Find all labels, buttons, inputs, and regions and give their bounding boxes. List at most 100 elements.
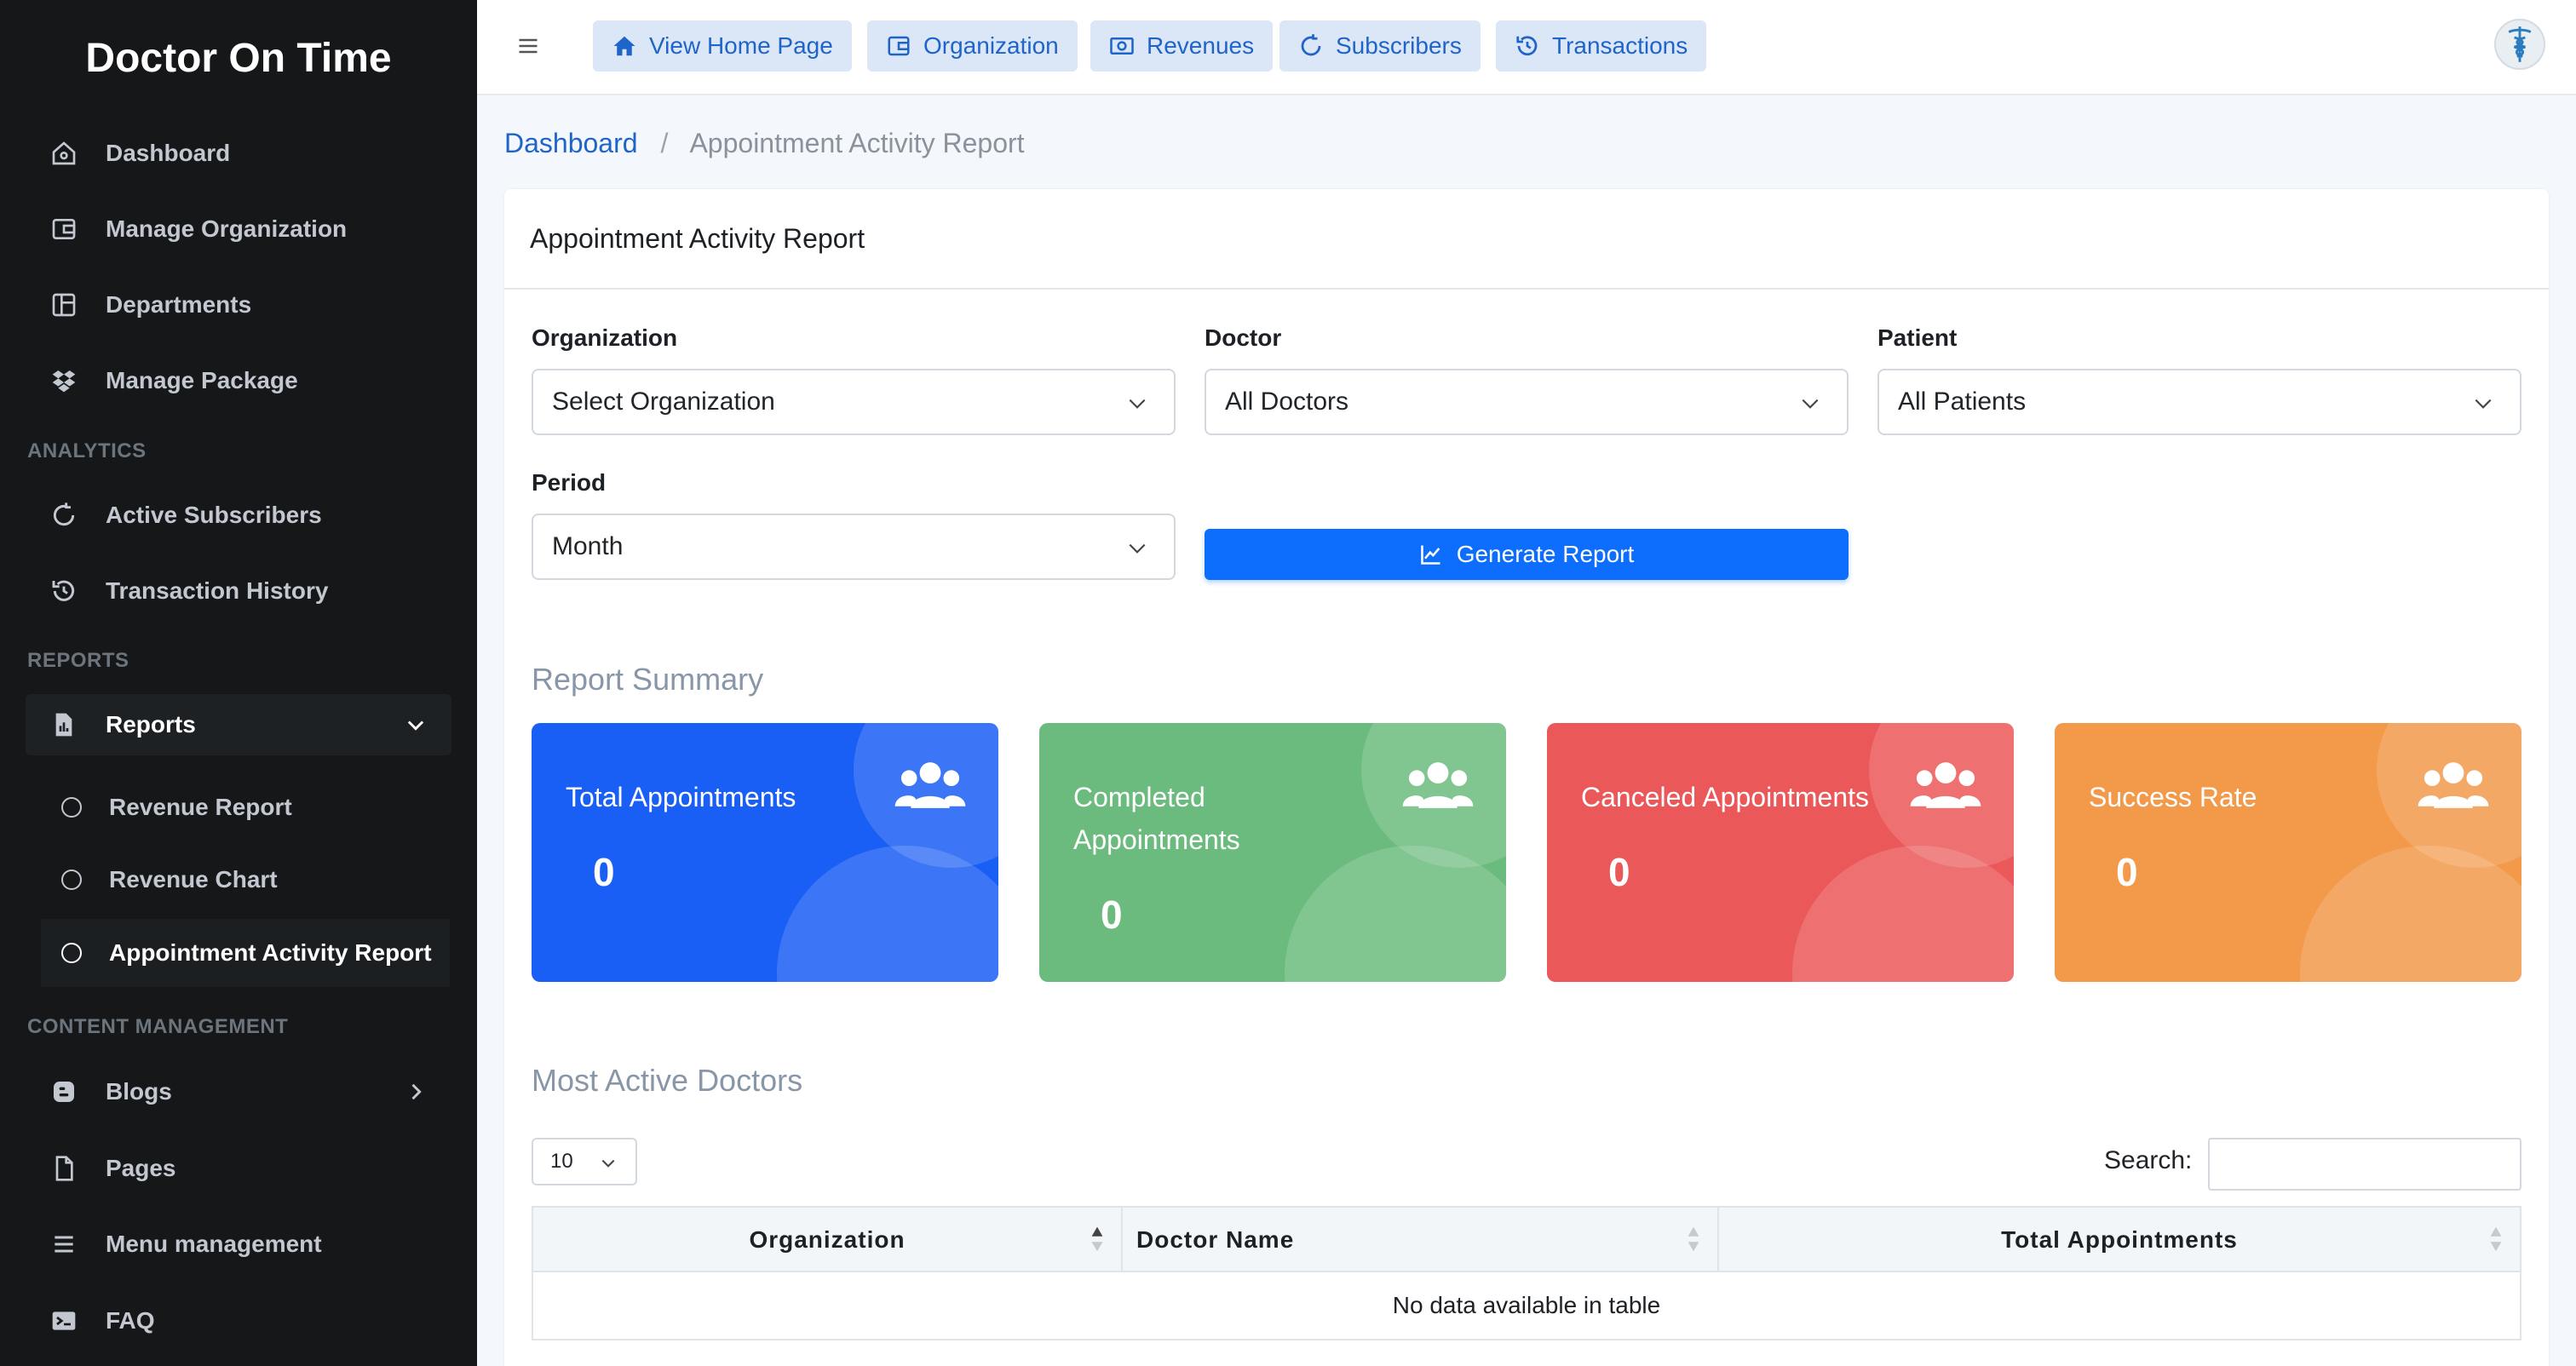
user-avatar[interactable]: [2494, 19, 2545, 70]
blogger-icon: [49, 1077, 78, 1106]
stat-value: 0: [1101, 892, 1123, 937]
table-search-input[interactable]: [2208, 1138, 2521, 1191]
circle-icon: [61, 870, 82, 890]
sidebar-subitem-appointment-activity-report[interactable]: Appointment Activity Report: [41, 919, 450, 987]
chevron-down-icon: [407, 720, 424, 731]
history-icon: [1516, 36, 1538, 56]
sidebar-item-departments[interactable]: Departments: [26, 274, 451, 336]
home-icon: [613, 36, 635, 56]
home-icon: [49, 139, 78, 168]
users-icon: [894, 762, 966, 808]
doctor-select[interactable]: All Doctors: [1205, 369, 1849, 435]
select-value: Select Organization: [552, 387, 775, 416]
organization-label: Organization: [532, 324, 678, 351]
column-header-organization[interactable]: Organization: [533, 1208, 1123, 1272]
chevron-down-icon: [1129, 399, 1146, 409]
sidebar-item-label: Manage Package: [106, 367, 298, 393]
sidebar-item-pages[interactable]: Pages: [26, 1138, 451, 1199]
report-summary-title: Report Summary: [532, 662, 764, 697]
refresh-icon: [49, 501, 78, 530]
chevron-down-icon: [2475, 399, 2492, 409]
sidebar-item-label: Revenue Report: [109, 794, 292, 820]
chevron-down-icon: [1129, 543, 1146, 554]
sidebar-item-blogs[interactable]: Blogs: [26, 1061, 451, 1122]
sidebar-item-label: Blogs: [106, 1078, 172, 1105]
revenues-button[interactable]: Revenues: [1090, 20, 1274, 72]
circle-icon: [61, 797, 82, 818]
chevron-down-icon: [601, 1159, 615, 1168]
stat-value: 0: [1608, 850, 1630, 894]
refresh-icon: [1301, 34, 1321, 56]
stat-value: 0: [2116, 850, 2138, 894]
view-home-page-button[interactable]: View Home Page: [593, 20, 852, 72]
sidebar-item-label: Reports: [106, 711, 196, 738]
sort-asc-icon: [1091, 1226, 1103, 1252]
sidebar-item-transaction-history[interactable]: Transaction History: [26, 560, 451, 622]
sidebar-item-reports[interactable]: Reports: [26, 694, 451, 755]
select-value: 10: [550, 1150, 573, 1173]
stat-value: 0: [593, 850, 615, 894]
select-value: All Patients: [1898, 387, 2027, 416]
sidebar-item-label: Pages: [106, 1155, 176, 1181]
button-label: View Home Page: [649, 32, 833, 59]
history-icon: [49, 577, 78, 606]
sidebar-item-label: Active Subscribers: [106, 502, 322, 528]
stat-card-success-rate: Success Rate 0: [2055, 723, 2521, 982]
section-label-content-management: CONTENT MANAGEMENT: [27, 1015, 289, 1038]
column-header-doctor-name[interactable]: Doctor Name: [1123, 1208, 1719, 1272]
breadcrumb: Dashboard / Appointment Activity Report: [504, 128, 1025, 159]
page-length-select[interactable]: 10: [532, 1138, 637, 1185]
sidebar-item-label: Dashboard: [106, 140, 231, 166]
table-header: Organization Doctor Name Total Appointme…: [533, 1208, 2520, 1272]
sidebar-item-label: Appointment Activity Report: [109, 939, 432, 966]
organization-select[interactable]: Select Organization: [532, 369, 1176, 435]
hamburger-menu-icon[interactable]: [516, 34, 540, 58]
dropbox-icon: [49, 366, 78, 395]
select-value: Month: [552, 532, 624, 560]
breadcrumb-current: Appointment Activity Report: [689, 128, 1025, 158]
stat-card-total-appointments: Total Appointments 0: [532, 723, 998, 982]
file-icon: [49, 1154, 78, 1183]
sidebar-item-manage-organization[interactable]: Manage Organization: [26, 198, 451, 260]
money-bill-icon: [1110, 37, 1134, 55]
chevron-down-icon: [1802, 399, 1819, 409]
sort-icon: [1688, 1226, 1699, 1252]
patient-label: Patient: [1877, 324, 1958, 351]
period-label: Period: [532, 469, 607, 496]
sidebar-item-active-subscribers[interactable]: Active Subscribers: [26, 485, 451, 546]
sidebar-subitem-revenue-report[interactable]: Revenue Report: [41, 773, 450, 841]
section-label-reports: REPORTS: [27, 649, 129, 672]
button-label: Subscribers: [1336, 32, 1462, 59]
subscribers-button[interactable]: Subscribers: [1279, 20, 1481, 72]
sidebar-item-dashboard[interactable]: Dashboard: [26, 123, 451, 184]
users-icon: [1910, 762, 1981, 808]
brand-title[interactable]: Doctor On Time: [0, 0, 477, 116]
column-header-total-appointments[interactable]: Total Appointments: [1719, 1208, 2520, 1272]
sidebar-item-label: Menu management: [106, 1231, 322, 1257]
sidebar-item-label: FAQ: [106, 1307, 155, 1334]
period-select[interactable]: Month: [532, 514, 1176, 580]
sidebar-item-manage-package[interactable]: Manage Package: [26, 350, 451, 411]
table-empty-row: No data available in table: [1392, 1292, 1661, 1318]
transactions-button[interactable]: Transactions: [1496, 20, 1707, 72]
sidebar-subitem-revenue-chart[interactable]: Revenue Chart: [41, 846, 450, 914]
users-icon: [1402, 762, 1474, 808]
decorative-circle: [2300, 846, 2521, 982]
generate-report-button[interactable]: Generate Report: [1205, 529, 1849, 580]
sidebar-item-menu-management[interactable]: Menu management: [26, 1214, 451, 1275]
sidebar-item-faq[interactable]: FAQ: [26, 1290, 451, 1352]
doctor-label: Doctor: [1205, 324, 1282, 351]
column-label: Doctor Name: [1136, 1226, 1295, 1253]
wallet-icon: [888, 36, 910, 56]
button-label: Organization: [923, 32, 1059, 59]
stat-card-completed-appointments: Completed Appointments 0: [1039, 723, 1506, 982]
breadcrumb-home-link[interactable]: Dashboard: [504, 128, 638, 158]
sort-icon: [2490, 1226, 2502, 1252]
organization-button[interactable]: Organization: [867, 20, 1078, 72]
select-value: All Doctors: [1225, 387, 1349, 416]
menu-icon: [49, 1230, 78, 1259]
decorative-circle: [777, 846, 998, 982]
patient-select[interactable]: All Patients: [1877, 369, 2521, 435]
sidebar-item-label: Transaction History: [106, 577, 329, 604]
column-label: Organization: [749, 1226, 906, 1253]
